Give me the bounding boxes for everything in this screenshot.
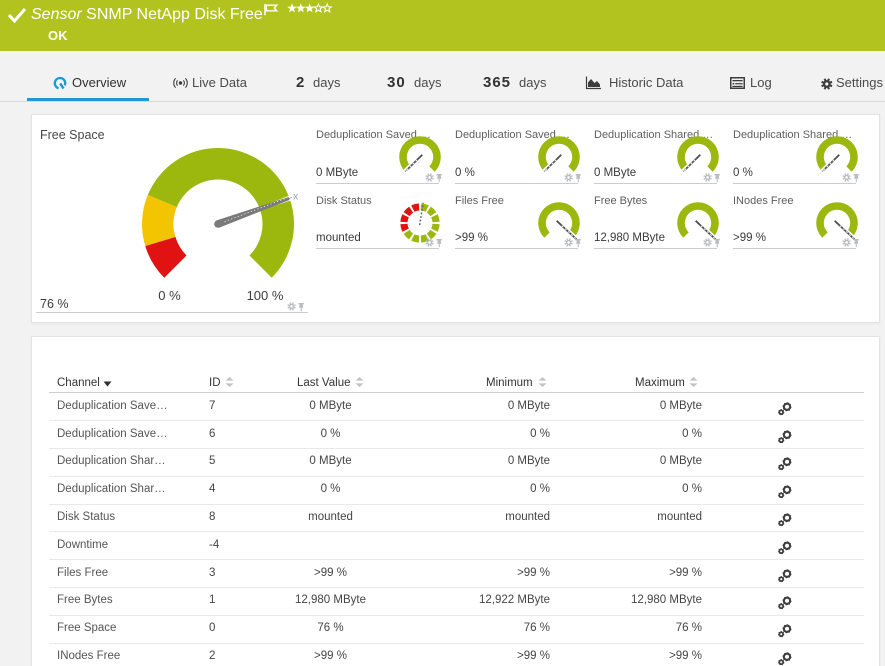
svg-text:x: x <box>293 192 298 203</box>
